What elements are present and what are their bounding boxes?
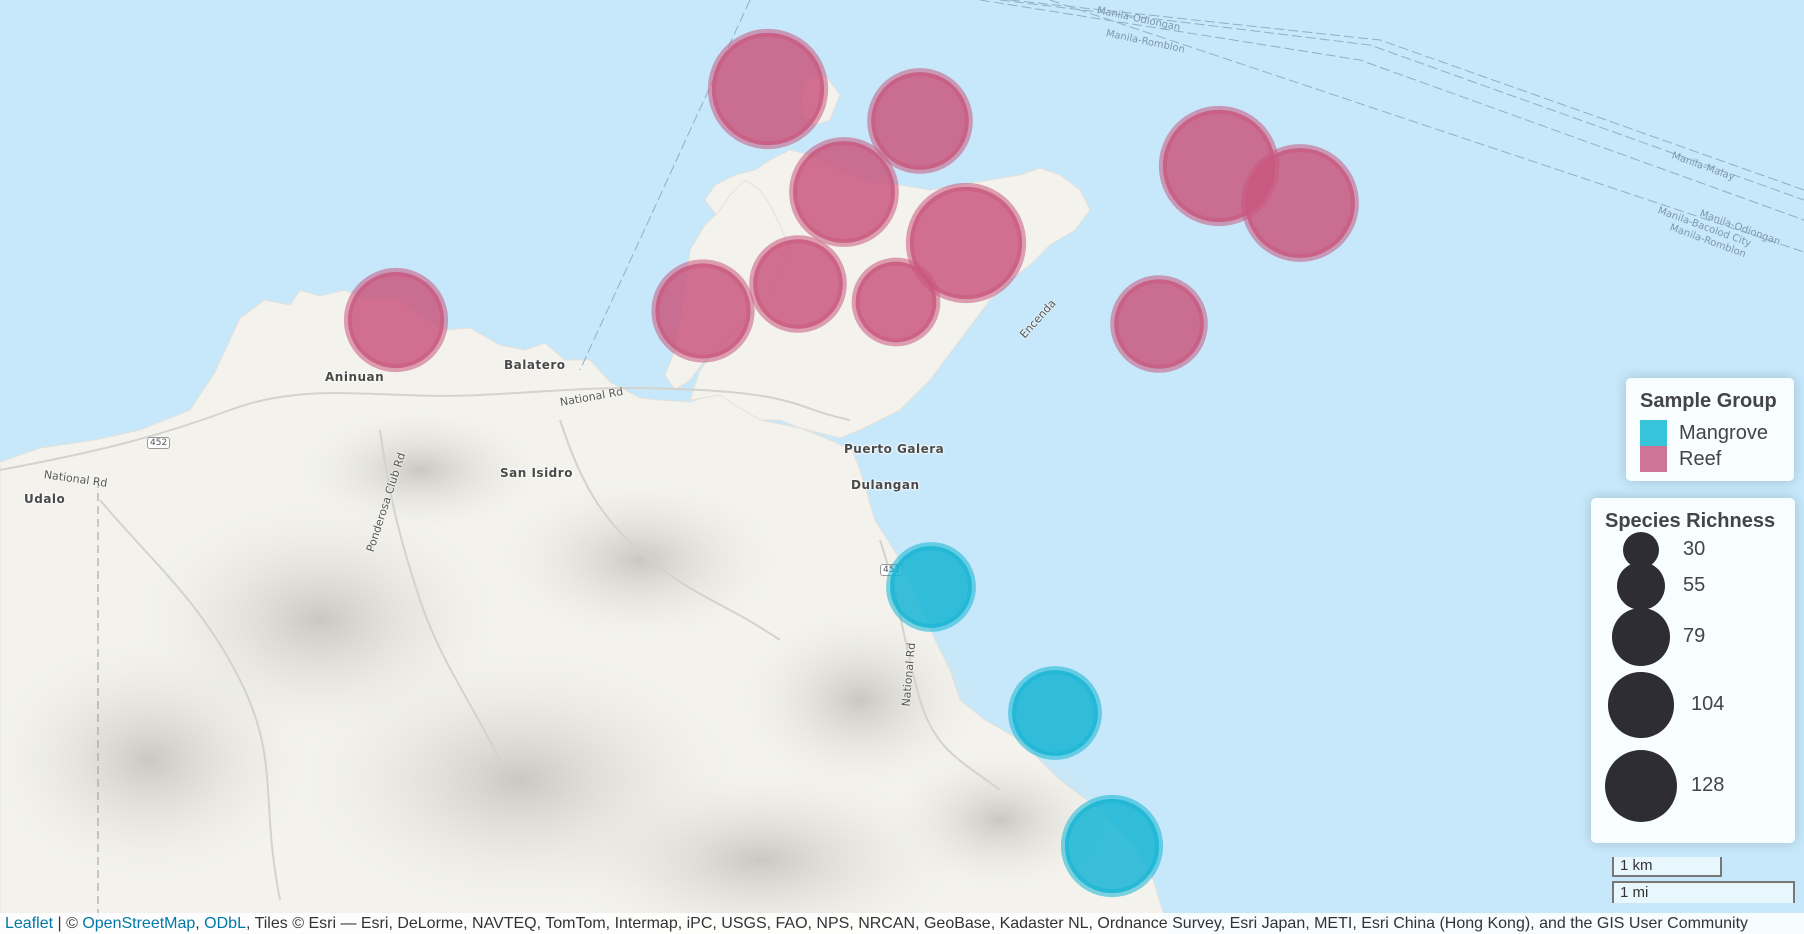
mangrove-swatch: [1640, 420, 1667, 446]
place-udalo: Udalo: [24, 492, 66, 506]
size-item: 128: [1591, 750, 1795, 822]
legend-label: Mangrove: [1679, 422, 1768, 444]
scale-mi: 1 mi: [1612, 881, 1795, 903]
scale-bar: 1 km 1 mi: [1612, 857, 1797, 905]
size-dot: [1608, 672, 1674, 738]
size-label: 79: [1683, 624, 1706, 647]
sample-group-legend: Sample Group Mangrove Reef: [1626, 378, 1794, 481]
osm-link[interactable]: OpenStreetMap: [82, 915, 195, 932]
scale-km: 1 km: [1612, 857, 1722, 877]
size-label: 128: [1691, 774, 1725, 796]
place-aninuan: Aninuan: [325, 370, 385, 384]
legend-title: Sample Group: [1640, 390, 1777, 412]
leaflet-link[interactable]: Leaflet: [5, 915, 53, 932]
size-dot: [1612, 608, 1670, 666]
attribution-text: , Tiles © Esri — Esri, DeLorme, NAVTEQ, …: [245, 915, 1749, 932]
reef-swatch: [1640, 446, 1667, 472]
legend-title: Species Richness: [1605, 510, 1776, 532]
attribution-separator: | ©: [53, 915, 83, 932]
place-san-isidro: San Isidro: [500, 466, 573, 480]
size-item: 55: [1591, 561, 1795, 611]
place-balatero: Balatero: [504, 358, 566, 372]
route-shield: 452: [880, 564, 904, 576]
species-richness-legend: Species Richness 30 55 79 104 128: [1591, 498, 1795, 843]
size-dot: [1616, 561, 1666, 611]
basemap: [0, 0, 1804, 934]
route-shield: 452: [147, 437, 171, 449]
place-puerto-galera: Puerto Galera: [844, 442, 945, 456]
size-label: 55: [1683, 573, 1706, 596]
size-dot: [1605, 750, 1677, 822]
map-canvas[interactable]: Aninuan Balatero Puerto Galera Dulangan …: [0, 0, 1804, 934]
attribution: Leaflet | © OpenStreetMap, ODbL, Tiles ©…: [0, 913, 1804, 934]
odbl-link[interactable]: ODbL: [204, 915, 246, 932]
legend-label: Reef: [1679, 448, 1722, 470]
attribution-comma: ,: [195, 915, 205, 932]
size-item: 79: [1591, 608, 1795, 666]
size-item: 104: [1591, 672, 1795, 738]
size-label: 104: [1691, 692, 1725, 715]
size-label: 30: [1683, 537, 1706, 560]
place-dulangan: Dulangan: [851, 478, 920, 492]
